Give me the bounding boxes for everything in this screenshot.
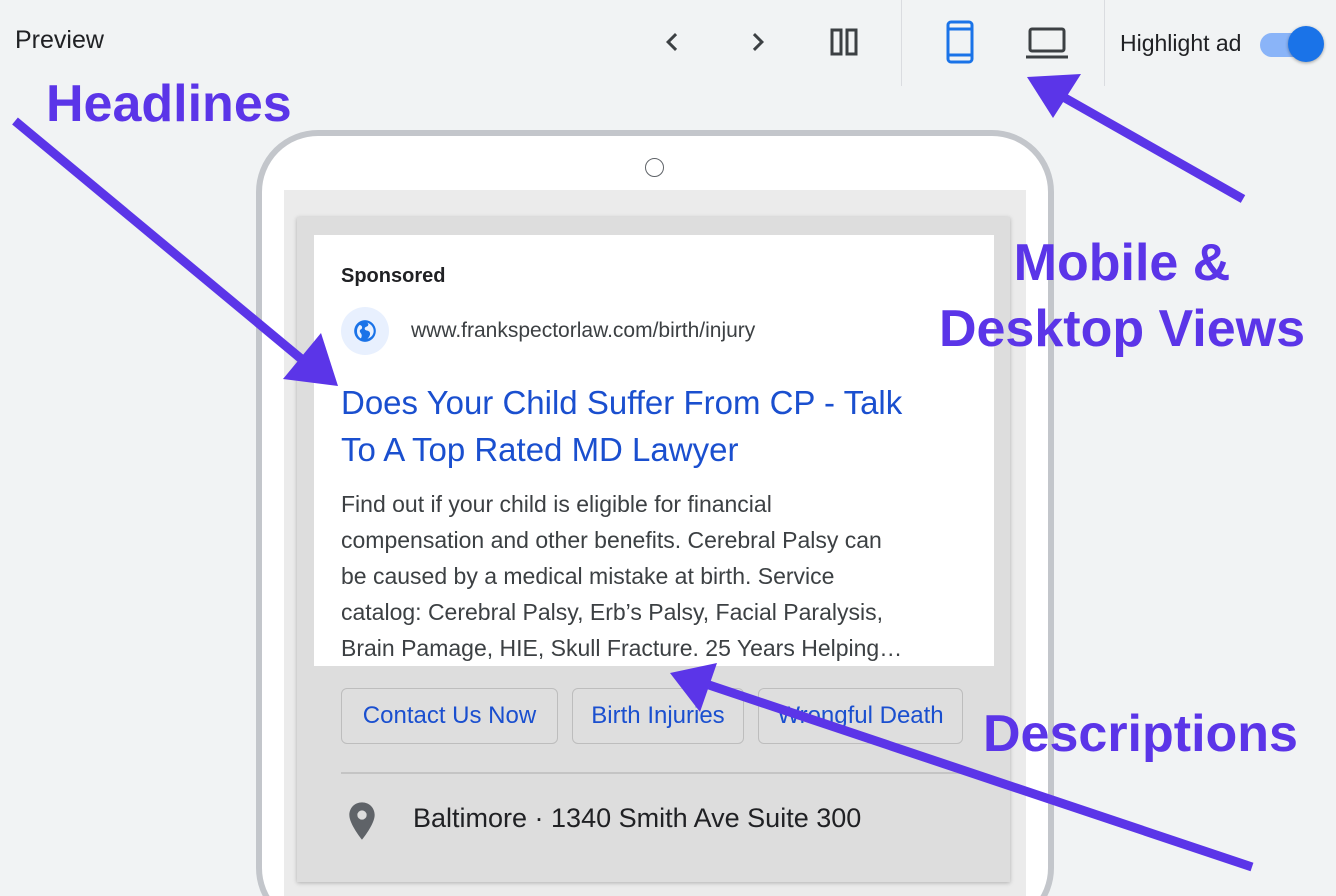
views-arrow bbox=[1062, 94, 1246, 203]
ad-headline[interactable]: Does Your Child Suffer From CP - Talk To… bbox=[341, 379, 981, 473]
description-line: Find out if your child is eligible for f… bbox=[341, 491, 772, 517]
description-line: compensation and other benefits. Cerebra… bbox=[341, 527, 882, 553]
desktop-view-button[interactable] bbox=[1022, 22, 1072, 64]
display-url[interactable]: www.frankspectorlaw.com/birth/injury bbox=[411, 319, 755, 343]
description-line: Brain Pamage, HIE, Skull Fracture. 25 Ye… bbox=[341, 635, 903, 661]
sitelink-wrongful-death[interactable]: Wrongful Death bbox=[758, 688, 963, 744]
views-callout: Mobile & Desktop Views bbox=[928, 230, 1316, 362]
preview-title: Preview bbox=[15, 26, 104, 54]
chevron-right-icon bbox=[752, 33, 764, 51]
highlight-ad-label: Highlight ad bbox=[1120, 30, 1242, 56]
toggle-knob bbox=[1288, 26, 1324, 62]
headlines-callout: Headlines bbox=[46, 75, 292, 133]
highlight-ad-toggle[interactable] bbox=[1258, 25, 1326, 63]
toolbar-divider bbox=[901, 0, 902, 86]
ad-description: Find out if your child is eligible for f… bbox=[341, 486, 971, 666]
split-view-icon bbox=[830, 28, 858, 56]
smartphone-icon bbox=[946, 20, 974, 64]
previous-button[interactable] bbox=[654, 24, 690, 60]
sitelink-contact-us-now[interactable]: Contact Us Now bbox=[341, 688, 558, 744]
headline-line[interactable]: To A Top Rated MD Lawyer bbox=[341, 431, 738, 468]
chevron-left-icon bbox=[666, 33, 678, 51]
next-button[interactable] bbox=[740, 24, 776, 60]
views-callout-line: Desktop Views bbox=[938, 300, 1306, 358]
sitelink-birth-injuries[interactable]: Birth Injuries bbox=[572, 688, 744, 744]
description-line: be caused by a medical mistake at birth.… bbox=[341, 563, 835, 589]
location-divider bbox=[341, 772, 963, 774]
mobile-view-button[interactable] bbox=[938, 18, 982, 66]
toolbar-divider bbox=[1104, 0, 1105, 86]
descriptions-callout: Descriptions bbox=[983, 705, 1298, 763]
laptop-icon bbox=[1026, 27, 1068, 59]
sponsored-label: Sponsored bbox=[341, 265, 446, 287]
split-view-button[interactable] bbox=[824, 22, 864, 62]
globe-icon bbox=[341, 307, 389, 355]
description-line: catalog: Cerebral Palsy, Erb’s Palsy, Fa… bbox=[341, 599, 883, 625]
phone-camera bbox=[645, 158, 664, 177]
views-callout-line: Mobile & bbox=[1013, 234, 1231, 292]
headline-line[interactable]: Does Your Child Suffer From CP - Talk bbox=[341, 384, 902, 421]
location-extension[interactable]: Baltimore · 1340 Smith Ave Suite 300 bbox=[413, 803, 861, 834]
map-pin-icon bbox=[346, 801, 378, 841]
